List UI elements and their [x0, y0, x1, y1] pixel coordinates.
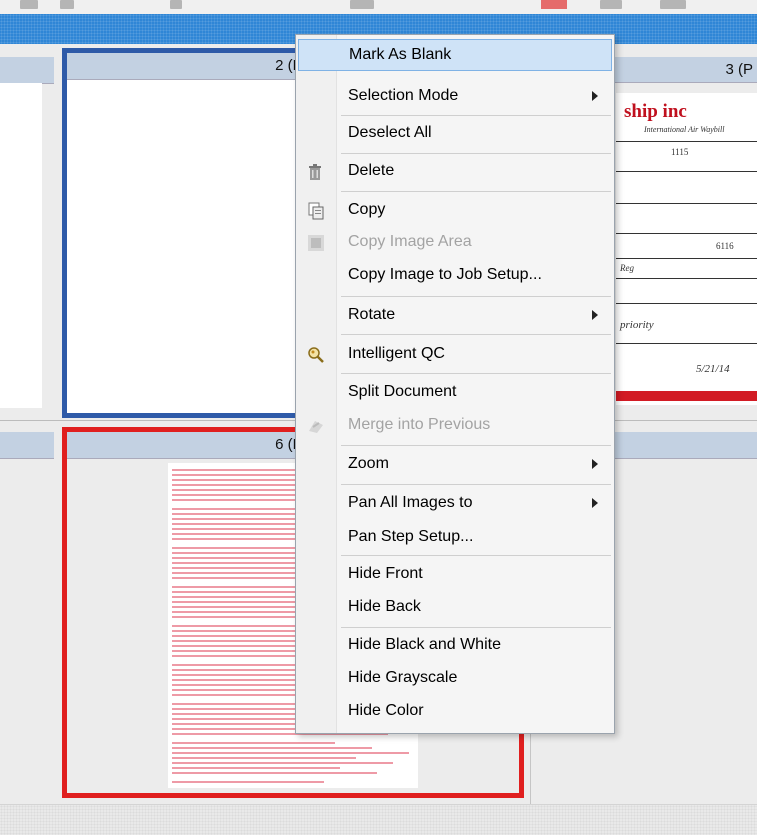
trash-icon: [307, 161, 325, 180]
menu-separator: [341, 153, 611, 154]
menu-item-label: Copy Image to Job Setup...: [348, 266, 542, 283]
toolbar-button-3[interactable]: [170, 0, 182, 9]
doc3-field-2: 6116: [716, 241, 734, 251]
submenu-arrow-icon: [592, 498, 598, 508]
menu-item-label: Split Document: [348, 383, 457, 400]
cell-header-1: [0, 57, 54, 84]
menu-item-label: Pan All Images to: [348, 494, 473, 511]
menu-item-label: Hide Front: [348, 565, 423, 582]
doc3-scribble-2: 5/21/14: [696, 363, 730, 375]
menu-separator: [341, 191, 611, 192]
menu-item-intelligent-qc[interactable]: Intelligent QC: [298, 338, 612, 370]
menu-item-mark-as-blank[interactable]: Mark As Blank: [298, 39, 612, 71]
menu-item-copy[interactable]: Copy: [298, 194, 612, 226]
menu-item-split-document[interactable]: Split Document: [298, 376, 612, 408]
menu-item-label: Rotate: [348, 306, 396, 323]
menu-item-copy-image-area[interactable]: Copy Image Area: [298, 226, 612, 258]
submenu-arrow-icon: [592, 459, 598, 469]
toolbar-button-4[interactable]: [350, 0, 374, 9]
doc3-field-3: Reg: [620, 263, 634, 273]
menu-item-label: Selection Mode: [348, 87, 459, 104]
menu-item-label: Delete: [348, 162, 395, 179]
menu-item-copy-image-to-job-setup[interactable]: Copy Image to Job Setup...: [298, 259, 612, 291]
submenu-arrow-icon: [592, 310, 598, 320]
doc3-scribble-1: priority: [620, 319, 654, 331]
doc6-text-line: [172, 772, 377, 774]
menu-item-hide-color[interactable]: Hide Color: [298, 695, 612, 727]
doc6-text-line: [172, 742, 335, 744]
page-3-label: 3 (P: [725, 61, 753, 78]
thumbnail-page-3[interactable]: ship inc International Air Waybill 1115 …: [616, 93, 757, 405]
copy-area-icon: [307, 232, 325, 251]
menu-item-label: Hide Grayscale: [348, 669, 458, 686]
toolbar-button-5[interactable]: [600, 0, 622, 9]
doc6-text-line: [172, 757, 356, 759]
menu-item-delete[interactable]: Delete: [298, 155, 612, 187]
menu-item-label: Hide Back: [348, 598, 421, 615]
menu-separator: [341, 115, 611, 116]
menu-separator: [341, 296, 611, 297]
menu-item-label: Hide Black and White: [348, 636, 501, 653]
toolbar-button-2[interactable]: [60, 0, 74, 9]
thumbnail-page-1[interactable]: [0, 83, 42, 408]
menu-item-label: Copy: [348, 201, 386, 218]
copy-icon: [307, 200, 325, 220]
doc3-field-1: 1115: [671, 147, 689, 157]
menu-item-selection-mode[interactable]: Selection Mode: [298, 80, 612, 112]
toolbar-button-6[interactable]: [660, 0, 686, 9]
doc3-tagline: International Air Waybill: [644, 125, 725, 134]
menu-item-merge-into-previous[interactable]: Merge into Previous: [298, 409, 612, 441]
menu-item-label: Intelligent QC: [348, 345, 445, 362]
menu-item-label: Mark As Blank: [349, 46, 452, 63]
menu-item-zoom[interactable]: Zoom: [298, 448, 612, 480]
doc6-text-line: [172, 752, 409, 754]
menu-item-label: Merge into Previous: [348, 416, 491, 433]
menu-separator: [341, 555, 611, 556]
menu-separator: [341, 334, 611, 335]
menu-item-label: Hide Color: [348, 702, 424, 719]
toolbar: [0, 0, 757, 14]
menu-item-pan-all-images-to[interactable]: Pan All Images to: [298, 487, 612, 519]
menu-item-pan-step-setup[interactable]: Pan Step Setup...: [298, 521, 612, 553]
menu-separator: [341, 484, 611, 485]
menu-item-rotate[interactable]: Rotate: [298, 299, 612, 331]
submenu-arrow-icon: [592, 91, 598, 101]
doc6-text-line: [172, 781, 324, 783]
menu-item-label: Pan Step Setup...: [348, 528, 474, 545]
menu-separator: [341, 373, 611, 374]
menu-item-hide-black-and-white[interactable]: Hide Black and White: [298, 629, 612, 661]
context-menu: Mark As Blank Selection Mode Deselect Al…: [295, 34, 615, 734]
doc3-brand: ship inc: [624, 101, 687, 122]
doc6-text-line: [172, 747, 372, 749]
menu-item-hide-grayscale[interactable]: Hide Grayscale: [298, 662, 612, 694]
menu-item-label: Zoom: [348, 455, 389, 472]
menu-item-label: Copy Image Area: [348, 233, 472, 250]
menu-item-hide-back[interactable]: Hide Back: [298, 591, 612, 623]
menu-separator: [341, 445, 611, 446]
menu-item-deselect-all[interactable]: Deselect All: [298, 117, 612, 149]
doc6-text-line: [172, 767, 340, 769]
cell-header-5: [0, 432, 54, 459]
magnifier-icon: [307, 344, 325, 363]
menu-item-hide-front[interactable]: Hide Front: [298, 558, 612, 590]
merge-icon: [307, 415, 325, 433]
toolbar-button-1[interactable]: [20, 0, 38, 9]
menu-separator: [341, 627, 611, 628]
status-bar: [0, 804, 757, 835]
doc6-text-line: [172, 762, 393, 764]
menu-item-label: Deselect All: [348, 124, 432, 141]
toolbar-button-red[interactable]: [541, 0, 567, 9]
